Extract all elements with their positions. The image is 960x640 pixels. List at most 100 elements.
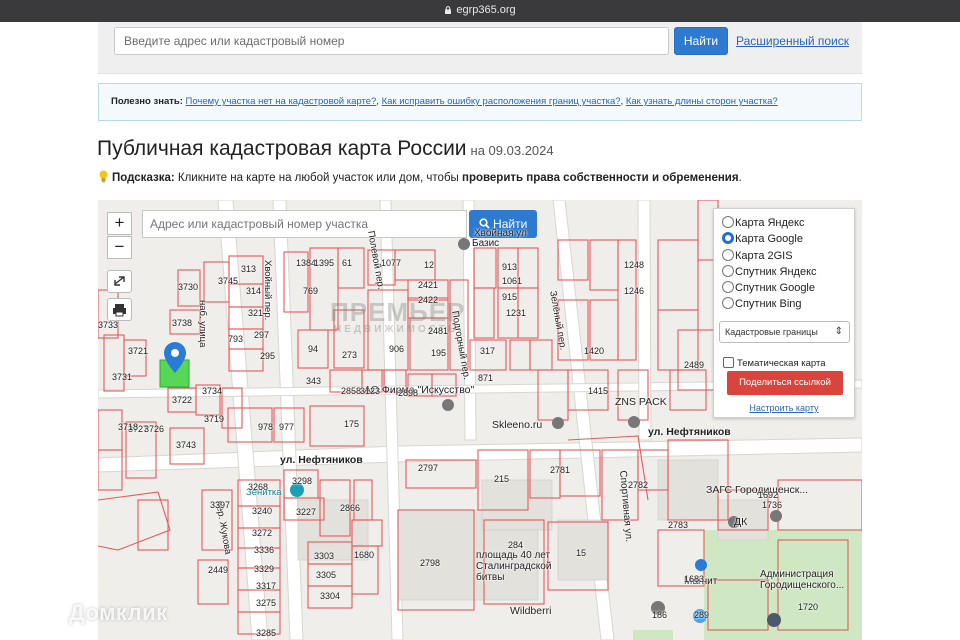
parcel-label: 12 <box>424 260 435 270</box>
house-logo-icon <box>38 597 64 625</box>
hint-emphasis: проверить права собственности и обремене… <box>462 172 739 184</box>
layer-option-label: Карта 2GIS <box>735 250 793 262</box>
parcel-label: 915 <box>502 292 518 302</box>
zoom-out-button[interactable]: − <box>107 236 132 259</box>
layer-option-google-map[interactable]: Карта Google <box>722 232 803 246</box>
parcel-label: 186 <box>652 610 668 620</box>
domclick-text: Домклик <box>69 600 168 625</box>
street-label-khvoyny: Хвойный пер. <box>262 260 273 321</box>
overlay-select[interactable]: Кадастровые границы ⇕ <box>719 321 850 343</box>
configure-map-link[interactable]: Настроить карту <box>714 403 854 413</box>
radio-icon[interactable] <box>722 265 734 277</box>
info-link-side-lengths[interactable]: Как узнать длины сторон участка? <box>626 96 778 107</box>
parcel-label: 1395 <box>314 258 335 268</box>
parcel-label: 793 <box>228 334 244 344</box>
parcel-label: 978 <box>258 422 274 432</box>
parcel-label: 3733 <box>98 320 119 330</box>
parcel-label: 2481 <box>428 326 449 336</box>
thematic-map-checkbox-row[interactable]: Тематическая карта <box>723 357 825 369</box>
hint-end: . <box>738 172 742 184</box>
parcel-label: 289 <box>694 610 710 620</box>
parcel-label: 1720 <box>798 602 819 612</box>
parcel-label: 2797 <box>418 463 439 473</box>
parcel-label: 913 <box>502 262 518 272</box>
street-label-neftyanikov-west: ул. Нефтяников <box>280 454 363 466</box>
info-link-fix-boundaries[interactable]: Как исправить ошибку расположения границ… <box>382 96 621 107</box>
parcel-label: 284 <box>508 540 524 550</box>
parcel-label: 871 <box>478 373 494 383</box>
radio-icon[interactable] <box>722 249 734 261</box>
layer-option-2gis-map[interactable]: Карта 2GIS <box>722 249 793 263</box>
browser-status-bar: egrp365.org <box>0 0 960 22</box>
print-button[interactable] <box>107 298 132 321</box>
parcel-label: 2489 <box>684 360 705 370</box>
address-bar[interactable]: egrp365.org <box>0 4 960 16</box>
layer-option-label: Карта Google <box>735 233 803 245</box>
layer-option-bing-satellite[interactable]: Спутник Bing <box>722 297 802 311</box>
parcel-label: 3730 <box>178 282 199 292</box>
parcel-label: 3317 <box>256 581 277 591</box>
page-title: Публичная кадастровая карта России на 09.… <box>97 137 554 161</box>
watermark-text: ПРЕМЬЕР <box>330 297 466 327</box>
layer-option-label: Спутник Яндекс <box>735 266 817 278</box>
parcel-label: 3268 <box>248 482 269 492</box>
checkbox-icon[interactable] <box>723 357 734 368</box>
parcel-label: 3731 <box>112 372 133 382</box>
place-label-bazis: Базис <box>472 238 500 249</box>
radio-icon[interactable] <box>722 216 734 228</box>
parcel-label: 3123 <box>360 386 381 396</box>
parcel-label: 273 <box>342 350 358 360</box>
parcel-label: 1077 <box>381 258 402 268</box>
zoom-in-button[interactable]: + <box>107 212 132 235</box>
layer-option-google-satellite[interactable]: Спутник Google <box>722 281 815 295</box>
parcel-label: 2421 <box>418 280 439 290</box>
place-label-ao-firma: АО Фирма "Искусство" <box>364 384 475 396</box>
top-search-band: Найти Расширенный поиск <box>98 22 862 74</box>
parcel-label: 2783 <box>668 520 689 530</box>
parcel-label: 1680 <box>354 550 375 560</box>
advanced-search-link[interactable]: Расширенный поиск <box>736 34 849 48</box>
parcel-label: 3303 <box>314 551 335 561</box>
radio-selected-icon[interactable] <box>722 232 734 244</box>
parcel-label: 2798 <box>420 558 441 568</box>
parcel-label: 1692 <box>758 490 779 500</box>
street-label-naberezhnaya: наб. улица <box>197 300 208 348</box>
hint-label: Подсказка: <box>112 172 175 184</box>
radio-icon[interactable] <box>722 281 734 293</box>
place-label-skleeno: Skleeno.ru <box>492 419 543 431</box>
parcel-label: 295 <box>260 351 276 361</box>
parcel-label: 3304 <box>320 591 341 601</box>
place-label-admin: Администрация Городищенского... <box>760 569 845 591</box>
hint-text: Кликните на карте на любой участок или д… <box>177 172 459 184</box>
radio-icon[interactable] <box>722 297 734 309</box>
thematic-map-label: Тематическая карта <box>737 358 826 369</box>
parcel-label: 313 <box>241 264 257 274</box>
cadastral-map[interactable]: + − Найти ПРЕМЬЕРНЕДВИЖИМОСТЬ Хвойная ул… <box>98 200 862 640</box>
parcel-label: 343 <box>306 376 322 386</box>
parcel-label: 769 <box>303 286 319 296</box>
parcel-label: 297 <box>254 330 270 340</box>
place-label-zns: ZNS PACK <box>615 396 667 408</box>
parcel-label: 3719 <box>204 414 225 424</box>
parcel-label: 1061 <box>502 276 523 286</box>
share-link-button[interactable]: Поделиться ссылкой <box>727 371 843 395</box>
map-address-search-input[interactable] <box>142 210 467 238</box>
lightbulb-icon <box>99 170 108 183</box>
hint-line: Подсказка: Кликните на карте на любой уч… <box>98 170 742 184</box>
page-title-text: Публичная кадастровая карта России <box>97 137 467 160</box>
search-button[interactable]: Найти <box>674 27 728 55</box>
layer-option-label: Карта Яндекс <box>735 217 805 229</box>
layer-option-yandex-satellite[interactable]: Спутник Яндекс <box>722 265 817 279</box>
parcel-label: 175 <box>344 419 360 429</box>
parcel-label: 1248 <box>624 260 645 270</box>
parcel-label: 61 <box>342 258 353 268</box>
domclick-watermark: Домклик <box>36 596 168 626</box>
parcel-label: 3298 <box>292 476 313 486</box>
layer-option-yandex-map[interactable]: Карта Яндекс <box>722 216 804 230</box>
parcel-label: 3285 <box>256 628 277 638</box>
overlay-select-value: Кадастровые границы <box>725 327 818 337</box>
address-search-input[interactable] <box>114 27 669 55</box>
info-link-missing-parcel[interactable]: Почему участка нет на кадастровой карте? <box>186 96 377 107</box>
parcel-label: 3743 <box>176 440 197 450</box>
fullscreen-button[interactable] <box>107 270 132 293</box>
